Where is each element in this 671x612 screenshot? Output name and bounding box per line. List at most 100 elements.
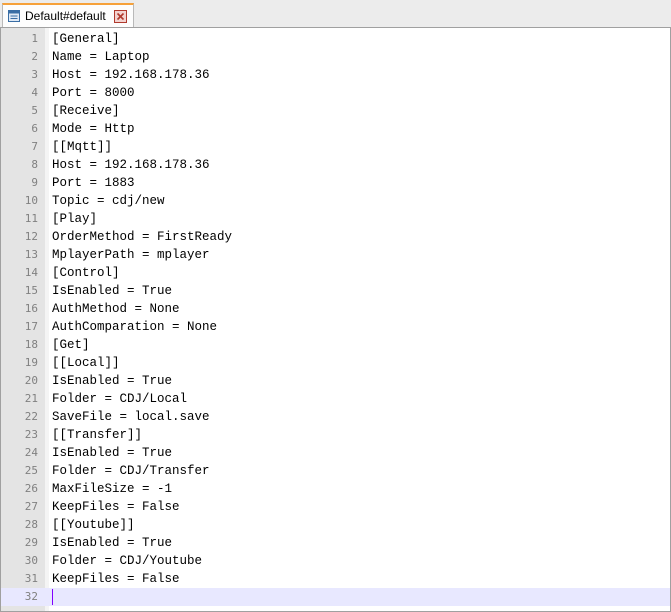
line-number: 22 xyxy=(24,410,38,423)
line-text: [[Youtube]] xyxy=(52,518,135,532)
line-number: 31 xyxy=(24,572,38,585)
line-text: IsEnabled = True xyxy=(52,284,173,298)
line-text: MplayerPath = mplayer xyxy=(52,248,210,262)
editor-line[interactable]: 29 IsEnabled = True xyxy=(1,534,670,552)
editor-line[interactable]: 9 Port = 1883 xyxy=(1,174,670,192)
line-number: 23 xyxy=(24,428,38,441)
line-text: Port = 8000 xyxy=(52,86,135,100)
editor-line-current[interactable]: 32 xyxy=(1,588,670,606)
line-number: 17 xyxy=(24,320,38,333)
line-text: Folder = CDJ/Transfer xyxy=(52,464,210,478)
editor-line[interactable]: 23 [[Transfer]] xyxy=(1,426,670,444)
line-text: [Get] xyxy=(52,338,90,352)
line-number: 16 xyxy=(24,302,38,315)
editor-line[interactable]: 18 [Get] xyxy=(1,336,670,354)
editor-line[interactable]: 22 SaveFile = local.save xyxy=(1,408,670,426)
line-number: 20 xyxy=(24,374,38,387)
line-text: IsEnabled = True xyxy=(52,536,173,550)
editor-line[interactable]: 26 MaxFileSize = -1 xyxy=(1,480,670,498)
line-number: 25 xyxy=(24,464,38,477)
editor-line[interactable]: 15 IsEnabled = True xyxy=(1,282,670,300)
line-text: OrderMethod = FirstReady xyxy=(52,230,233,244)
editor-line[interactable]: 30 Folder = CDJ/Youtube xyxy=(1,552,670,570)
line-number: 29 xyxy=(24,536,38,549)
line-text: MaxFileSize = -1 xyxy=(52,482,173,496)
line-number: 6 xyxy=(31,122,38,135)
editor-line[interactable]: 16 AuthMethod = None xyxy=(1,300,670,318)
line-number: 8 xyxy=(31,158,38,171)
text-editor[interactable]: 1 [General] 2 Name = Laptop 3 Host = 192.168.… xyxy=(0,27,671,612)
editor-line[interactable]: 2 Name = Laptop xyxy=(1,48,670,66)
line-number: 26 xyxy=(24,482,38,495)
line-text: AuthMethod = None xyxy=(52,302,180,316)
editor-line[interactable]: 25 Folder = CDJ/Transfer xyxy=(1,462,670,480)
line-text: Folder = CDJ/Local xyxy=(52,392,188,406)
line-text: Port = 1883 xyxy=(52,176,135,190)
line-number: 9 xyxy=(31,176,38,189)
tab-default[interactable]: Default#default xyxy=(2,3,134,27)
editor-lines: 1 [General] 2 Name = Laptop 3 Host = 192.168.… xyxy=(1,30,670,606)
line-number: 11 xyxy=(24,212,38,225)
document-icon xyxy=(7,9,21,23)
editor-line[interactable]: 8 Host = 192.168.178.36 xyxy=(1,156,670,174)
line-number: 1 xyxy=(31,32,38,45)
line-text: IsEnabled = True xyxy=(52,446,173,460)
line-number: 12 xyxy=(24,230,38,243)
line-text: [General] xyxy=(52,32,120,46)
editor-line[interactable]: 24 IsEnabled = True xyxy=(1,444,670,462)
line-number: 3 xyxy=(31,68,38,81)
line-text: Mode = Http xyxy=(52,122,135,136)
editor-line[interactable]: 5 [Receive] xyxy=(1,102,670,120)
line-text: [[Mqtt]] xyxy=(52,140,113,154)
line-text: KeepFiles = False xyxy=(52,572,180,586)
line-text: Name = Laptop xyxy=(52,50,150,64)
line-text: Topic = cdj/new xyxy=(52,194,165,208)
line-text: [Control] xyxy=(52,266,120,280)
close-icon[interactable] xyxy=(113,9,127,23)
line-number: 30 xyxy=(24,554,38,567)
editor-line[interactable]: 17 AuthComparation = None xyxy=(1,318,670,336)
line-number: 21 xyxy=(24,392,38,405)
line-number: 28 xyxy=(24,518,38,531)
line-number: 5 xyxy=(31,104,38,117)
line-text: KeepFiles = False xyxy=(52,500,180,514)
line-number: 24 xyxy=(24,446,38,459)
editor-line[interactable]: 27 KeepFiles = False xyxy=(1,498,670,516)
line-text: AuthComparation = None xyxy=(52,320,218,334)
line-text: Host = 192.168.178.36 xyxy=(52,158,210,172)
editor-line[interactable]: 12 OrderMethod = FirstReady xyxy=(1,228,670,246)
editor-line[interactable]: 31 KeepFiles = False xyxy=(1,570,670,588)
tab-bar: Default#default xyxy=(0,0,671,27)
editor-line[interactable]: 13 MplayerPath = mplayer xyxy=(1,246,670,264)
line-number: 7 xyxy=(31,140,38,153)
editor-line[interactable]: 14 [Control] xyxy=(1,264,670,282)
line-text: [Receive] xyxy=(52,104,120,118)
line-number: 19 xyxy=(24,356,38,369)
line-number: 18 xyxy=(24,338,38,351)
line-text: Host = 192.168.178.36 xyxy=(52,68,210,82)
editor-line[interactable]: 7 [[Mqtt]] xyxy=(1,138,670,156)
editor-line[interactable]: 21 Folder = CDJ/Local xyxy=(1,390,670,408)
editor-line[interactable]: 6 Mode = Http xyxy=(1,120,670,138)
editor-line[interactable]: 10 Topic = cdj/new xyxy=(1,192,670,210)
editor-line[interactable]: 4 Port = 8000 xyxy=(1,84,670,102)
line-text: IsEnabled = True xyxy=(52,374,173,388)
editor-line[interactable]: 20 IsEnabled = True xyxy=(1,372,670,390)
editor-line[interactable]: 3 Host = 192.168.178.36 xyxy=(1,66,670,84)
tab-title: Default#default xyxy=(25,9,106,23)
line-number: 4 xyxy=(31,86,38,99)
line-text: SaveFile = local.save xyxy=(52,410,210,424)
editor-line[interactable]: 28 [[Youtube]] xyxy=(1,516,670,534)
line-number: 32 xyxy=(24,590,38,603)
line-number: 27 xyxy=(24,500,38,513)
line-text: [[Local]] xyxy=(52,356,120,370)
line-text: Folder = CDJ/Youtube xyxy=(52,554,203,568)
editor-line[interactable]: 19 [[Local]] xyxy=(1,354,670,372)
editor-line[interactable]: 1 [General] xyxy=(1,30,670,48)
line-text: [[Transfer]] xyxy=(52,428,143,442)
editor-line[interactable]: 11 [Play] xyxy=(1,210,670,228)
line-number: 15 xyxy=(24,284,38,297)
editor-window: Default#default 1 [General] 2 Name = Laptop… xyxy=(0,0,671,612)
line-text: [Play] xyxy=(52,212,98,226)
line-number: 10 xyxy=(24,194,38,207)
